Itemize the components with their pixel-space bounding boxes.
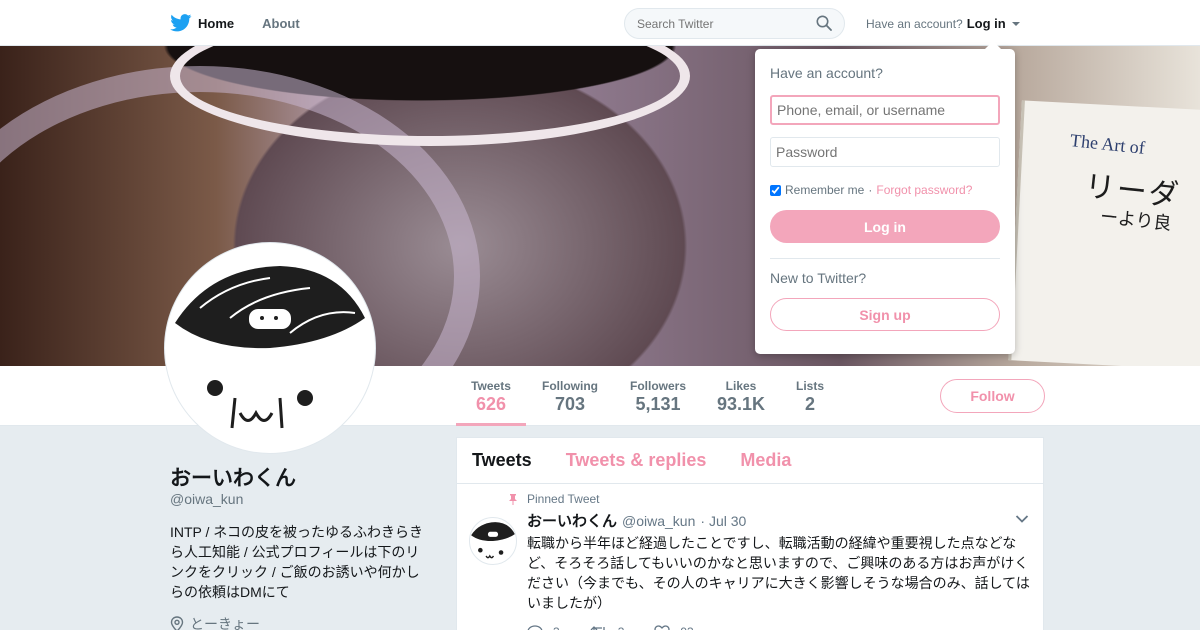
heart-icon	[654, 625, 671, 630]
account-menu[interactable]: Have an account? Log in	[866, 16, 1020, 31]
stat-tweets[interactable]: Tweets 626	[456, 366, 526, 426]
remember-separator: ·	[868, 183, 873, 197]
retweet-icon	[590, 626, 605, 630]
tweet-actions: 3 3 93	[527, 625, 1027, 630]
avatar-cat-face-icon	[175, 266, 365, 429]
login-dropdown: Have an account? Remember me · Forgot pa…	[755, 41, 1015, 354]
stat-value: 703	[554, 394, 586, 414]
login-dropdown-title: Have an account?	[770, 65, 883, 81]
avatar-cat-face-icon	[471, 522, 515, 559]
tweet-text: 転職から半年ほど経過したことですし、転職活動の経緯や重要視した点などなど、そろそ…	[527, 535, 1030, 611]
timeline: Tweets Tweets & replies Media Pinned Twe…	[456, 437, 1044, 630]
stat-likes[interactable]: Likes 93.1K	[708, 366, 774, 426]
tweet-author-handle[interactable]: @oiwa_kun	[622, 513, 695, 529]
profile-avatar[interactable]	[165, 243, 375, 453]
new-to-twitter-label: New to Twitter?	[770, 270, 867, 286]
login-menu-label[interactable]: Log in	[967, 16, 1006, 31]
search-icon[interactable]	[816, 15, 832, 31]
nav-links: Home About	[170, 0, 300, 46]
like-action[interactable]: 93	[654, 625, 694, 630]
reply-count: 3	[553, 625, 560, 630]
profile-location-text: とーきょー	[190, 616, 260, 630]
tab-tweets-replies[interactable]: Tweets & replies	[566, 450, 707, 471]
stat-value: 5,131	[635, 394, 681, 414]
stat-following[interactable]: Following 703	[534, 366, 606, 426]
tweet-header: おーいわくん @oiwa_kun · Jul 30	[527, 510, 1027, 531]
tweet-author-name[interactable]: おーいわくん	[527, 510, 617, 531]
remember-me-label[interactable]: Remember me	[785, 183, 864, 197]
tab-tweets[interactable]: Tweets	[472, 450, 532, 471]
pinned-tweet[interactable]: Pinned Tweet おーいわくん @oiwa_kun · Jul 30 転…	[457, 484, 1043, 630]
retweet-action[interactable]: 3	[590, 625, 625, 630]
pin-icon	[509, 494, 517, 505]
reply-action[interactable]: 3	[527, 625, 560, 630]
stat-label: Tweets	[471, 379, 511, 393]
follow-button[interactable]: Follow	[940, 379, 1045, 413]
stat-label: Lists	[795, 379, 824, 393]
login-button[interactable]: Log in	[770, 210, 1000, 243]
stat-followers[interactable]: Followers 5,131	[622, 366, 694, 426]
twitter-bird-icon	[170, 14, 192, 32]
remember-row: Remember me · Forgot password?	[770, 183, 1000, 197]
nav-home[interactable]: Home	[170, 14, 234, 32]
search-input[interactable]	[624, 8, 845, 39]
account-prompt: Have an account?	[866, 16, 963, 31]
like-count: 93	[680, 625, 693, 630]
remember-me-checkbox[interactable]	[770, 184, 781, 196]
profile-name[interactable]: おーいわくん	[170, 462, 296, 492]
timeline-tabs: Tweets Tweets & replies Media	[457, 438, 1043, 484]
caret-down-icon	[1011, 21, 1020, 26]
reply-icon	[527, 625, 543, 630]
chevron-down-icon[interactable]	[1015, 514, 1029, 524]
profile-bio: INTP / ネコの皮を被ったゆるふわきらきら人工知能 / 公式プロフィールは下…	[170, 524, 424, 600]
forgot-password-link[interactable]: Forgot password?	[876, 183, 972, 197]
stat-value: 93.1K	[716, 394, 766, 414]
stat-value: 2	[804, 394, 815, 414]
stat-label: Followers	[629, 379, 686, 393]
pinned-label: Pinned Tweet	[527, 492, 600, 506]
tab-media[interactable]: Media	[740, 450, 791, 471]
nav-about-label: About	[262, 15, 300, 31]
stat-value: 626	[475, 394, 507, 414]
location-pin-icon	[170, 616, 184, 630]
profile-handle[interactable]: @oiwa_kun	[170, 491, 243, 507]
dropdown-divider	[770, 258, 1000, 259]
stat-label: Following	[542, 379, 598, 393]
signup-button[interactable]: Sign up	[770, 298, 1000, 331]
tweet-date[interactable]: · Jul 30	[700, 513, 746, 529]
nav-about[interactable]: About	[262, 16, 300, 31]
tweet-avatar[interactable]	[469, 517, 517, 565]
pinned-indicator: Pinned Tweet	[507, 492, 1027, 506]
top-nav-bar: Home About Have an account? Log in	[0, 0, 1200, 46]
password-field[interactable]	[770, 137, 1000, 167]
stat-lists[interactable]: Lists 2	[788, 366, 832, 426]
username-field[interactable]	[770, 95, 1000, 125]
retweet-count: 3	[618, 625, 625, 630]
profile-location: とーきょー	[170, 614, 260, 630]
nav-home-label: Home	[198, 15, 235, 31]
stat-label: Likes	[725, 379, 757, 393]
